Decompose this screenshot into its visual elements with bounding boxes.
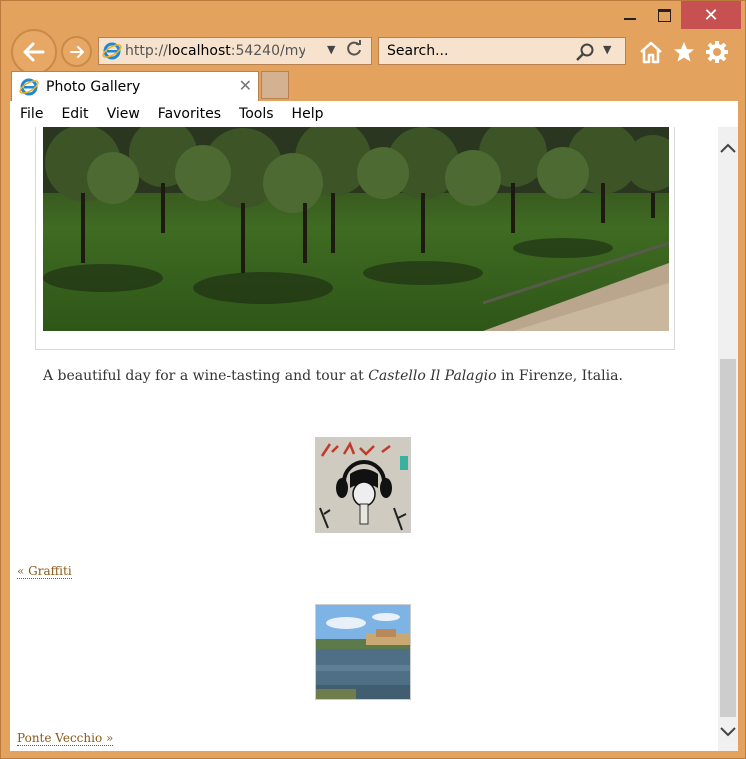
caption-text-before: A beautiful day for a wine-tasting and t…: [43, 368, 369, 384]
new-tab-button[interactable]: [261, 71, 289, 99]
star-icon[interactable]: [671, 39, 697, 65]
graffiti-thumbnail[interactable]: [315, 437, 411, 533]
back-button[interactable]: [11, 29, 57, 75]
tab-close-icon[interactable]: ✕: [239, 76, 252, 95]
search-placeholder: Search...: [387, 43, 449, 59]
minimize-icon: [624, 18, 636, 20]
menu-favorites[interactable]: Favorites: [148, 106, 229, 122]
url-prefix: http://: [125, 43, 168, 59]
menu-file[interactable]: File: [10, 106, 51, 122]
forward-arrow-icon: [69, 45, 84, 58]
gear-icon[interactable]: [704, 39, 730, 65]
tab-title: Photo Gallery: [46, 78, 141, 95]
ie-logo-icon: [99, 38, 125, 64]
tab-ie-icon: [16, 74, 42, 100]
search-dropdown-icon[interactable]: ▼: [603, 43, 611, 56]
search-icon[interactable]: [575, 42, 595, 66]
tab-photo-gallery[interactable]: Photo Gallery ✕: [11, 71, 259, 101]
photo-caption: A beautiful day for a wine-tasting and t…: [43, 368, 623, 384]
menu-tools[interactable]: Tools: [229, 106, 282, 122]
refresh-icon[interactable]: [345, 40, 363, 63]
browser-window: ✕ http://localhost:54240/mypl ▼ Search..…: [0, 0, 746, 759]
close-window-button[interactable]: ✕: [681, 1, 741, 29]
photo-frame: [35, 127, 675, 350]
caption-text-after: in Firenze, Italia.: [496, 368, 623, 384]
forward-button[interactable]: [61, 36, 92, 67]
minimize-button[interactable]: [613, 1, 647, 29]
menu-view[interactable]: View: [97, 106, 148, 122]
home-icon[interactable]: [638, 39, 664, 65]
search-box[interactable]: Search... ▼: [378, 37, 626, 65]
url-rest: :54240/mypl: [230, 43, 305, 59]
next-photo-link[interactable]: Ponte Vecchio »: [17, 731, 114, 746]
menu-help[interactable]: Help: [282, 106, 332, 122]
url-host: localhost: [167, 43, 231, 59]
scrollbar-thumb[interactable]: [720, 359, 736, 717]
scroll-up-icon[interactable]: [718, 133, 738, 163]
maximize-button[interactable]: [647, 1, 681, 29]
prev-photo-link[interactable]: « Graffiti: [17, 564, 72, 579]
address-url[interactable]: http://localhost:54240/mypl: [125, 43, 305, 59]
scroll-down-icon[interactable]: [718, 717, 738, 747]
address-dropdown-icon[interactable]: ▼: [327, 43, 335, 56]
menu-bar: File Edit View Favorites Tools Help: [10, 101, 738, 128]
page-content: A beautiful day for a wine-tasting and t…: [10, 127, 718, 751]
back-arrow-icon: [23, 42, 45, 62]
address-bar[interactable]: http://localhost:54240/mypl ▼: [98, 37, 372, 65]
close-icon: ✕: [703, 4, 719, 26]
maximize-icon: [657, 8, 671, 22]
vertical-scrollbar[interactable]: [718, 127, 738, 751]
olive-grove-photo: [43, 127, 669, 331]
caption-place-name: Castello Il Palagio: [368, 368, 497, 384]
menu-edit[interactable]: Edit: [51, 106, 96, 122]
ponte-vecchio-thumbnail[interactable]: [315, 604, 411, 700]
